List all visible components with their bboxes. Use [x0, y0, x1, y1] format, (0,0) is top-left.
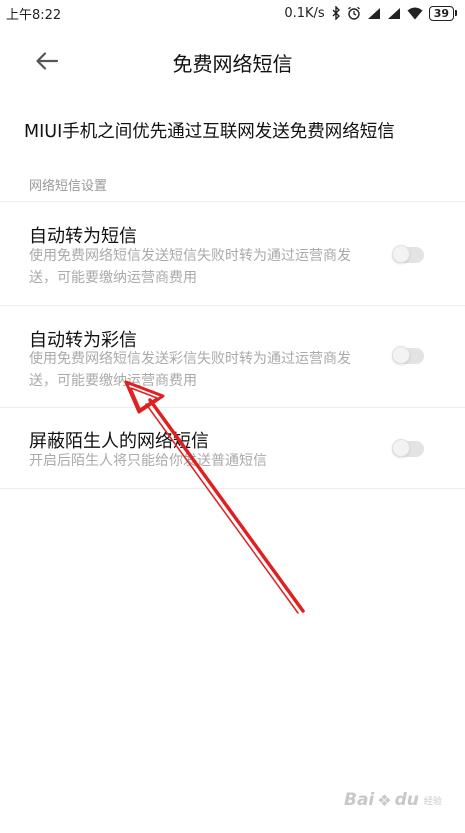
- net-speed: 0.1K/s: [284, 5, 325, 21]
- setting-auto-mms[interactable]: 自动转为彩信 使用免费网络短信发送彩信失败时转为通过运营商发送，可能要缴纳运营商…: [0, 306, 465, 407]
- setting-description: 使用免费网络短信发送短信失败时转为通过运营商发送，可能要缴纳运营商费用: [29, 248, 351, 286]
- setting-description: 开启后陌生人将只能给你发送普通短信: [29, 453, 267, 469]
- battery-level: 39: [428, 5, 454, 21]
- toggle-knob: [392, 346, 410, 364]
- baidu-watermark: Bai ❖ du 经验: [344, 790, 442, 810]
- setting-block-strangers[interactable]: 屏蔽陌生人的网络短信 开启后陌生人将只能给你发送普通短信: [0, 408, 465, 488]
- watermark-brand: Bai: [344, 790, 375, 810]
- auto-mms-toggle[interactable]: [392, 346, 424, 364]
- paw-icon: ❖: [377, 790, 392, 810]
- setting-auto-sms[interactable]: 自动转为短信 使用免费网络短信发送短信失败时转为通过运营商发送，可能要缴纳运营商…: [0, 202, 465, 304]
- signal-icon-2: [387, 7, 401, 20]
- toggle-knob: [392, 439, 410, 457]
- section-header: 网络短信设置: [29, 179, 108, 194]
- signal-icon: [367, 7, 381, 20]
- divider: [0, 488, 465, 489]
- auto-sms-toggle[interactable]: [392, 245, 424, 263]
- alarm-icon: [347, 6, 361, 20]
- page-title: 免费网络短信: [172, 52, 293, 76]
- block-strangers-toggle[interactable]: [392, 439, 424, 457]
- setting-description: 使用免费网络短信发送彩信失败时转为通过运营商发送，可能要缴纳运营商费用: [29, 351, 351, 389]
- battery-icon: 39: [428, 5, 457, 21]
- header: 免费网络短信: [0, 34, 465, 88]
- wifi-icon: [407, 7, 423, 20]
- status-bar: 上午8:22 0.1K/s 39: [0, 0, 465, 26]
- toggle-knob: [392, 245, 410, 263]
- status-time: 上午8:22: [6, 8, 62, 23]
- watermark-brand-tail: du: [394, 790, 419, 810]
- intro-text: MIUI手机之间优先通过互联网发送免费网络短信: [24, 122, 395, 142]
- bluetooth-icon: [331, 6, 341, 20]
- status-icons: 0.1K/s 39: [284, 3, 457, 23]
- watermark-sub: 经验: [423, 796, 442, 807]
